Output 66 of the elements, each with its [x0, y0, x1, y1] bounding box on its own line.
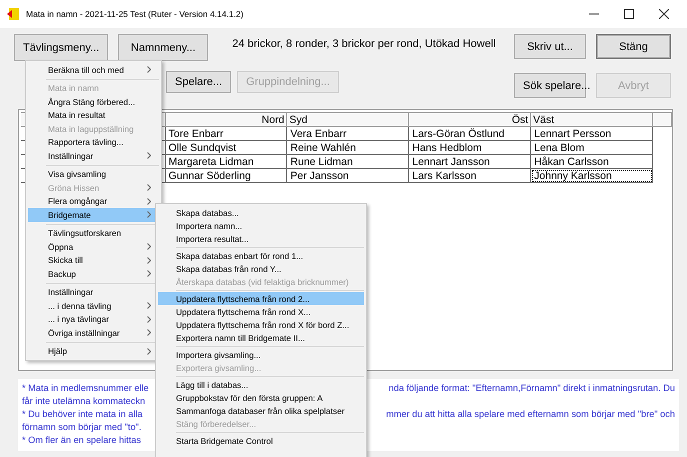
maximize-icon[interactable] [624, 9, 634, 19]
menu-item[interactable]: Skapa databas... [158, 206, 364, 219]
menu-item[interactable]: Hjälp [28, 344, 159, 358]
table-cell[interactable]: Rune Lidman [286, 154, 409, 168]
menu-item[interactable]: ... i nya tävlingar [28, 312, 159, 326]
menu-item[interactable]: Backup [28, 267, 159, 280]
toolbar-button[interactable]: Spelare... [166, 71, 232, 93]
table-cell[interactable]: Lars Karlsson [408, 168, 531, 182]
menu-item[interactable]: Ångra Stäng förbered... [28, 95, 159, 108]
menu-button[interactable]: Namnmeny... [118, 34, 208, 61]
menu-item[interactable]: Övriga inställningar [28, 326, 159, 340]
table-cell[interactable]: Lennart Persson [530, 126, 653, 140]
menu-item[interactable]: Importera givsamling... [158, 348, 364, 361]
menu-item[interactable]: Flera omgångar [28, 194, 159, 208]
table-cell[interactable]: Olle Sundqvist [165, 140, 287, 154]
help-text: * Mata in medlemsnummer elle [22, 382, 149, 395]
table-cell[interactable]: Johnny Karlsson [530, 168, 653, 182]
column-header: Syd [286, 112, 409, 126]
menu-item[interactable]: Inställningar [28, 149, 159, 162]
menu-item[interactable]: Starta Bridgemate Control [158, 434, 364, 447]
menu-item[interactable]: Gruppbokstav för den första gruppen: A [158, 391, 364, 404]
menu-item[interactable]: Sammanfoga databaser från olika spelplatser [158, 404, 364, 417]
window-title: Mata in namn - 2021-11-25 Test (Ruter - Version 4.14.1.2) [26, 9, 244, 19]
table-cell[interactable]: Gunnar Söderling [165, 168, 287, 182]
column-header: Väst [530, 112, 653, 126]
menu-item[interactable]: Beräkna till och med [28, 63, 159, 76]
table-cell[interactable]: Tore Enbarr [165, 126, 287, 140]
help-text: * Du behöver inte mata in alla [22, 408, 143, 421]
table-cell[interactable]: Per Jansson [286, 168, 409, 182]
menu-item[interactable]: Uppdatera flyttschema från rond X för bord Z... [158, 318, 364, 331]
menu-item[interactable]: Lägg till i databas... [158, 378, 364, 391]
column-header: Öst [408, 112, 531, 126]
menu-item[interactable]: ... i denna tävling [28, 299, 159, 312]
help-text: mmer du att hitta alla spelare med efternamn som börjar med "bre" och [386, 408, 675, 421]
app-icon [6, 7, 20, 21]
table-cell[interactable]: Vera Enbarr [286, 126, 409, 140]
menu-item[interactable]: Skapa databas från rond Y... [158, 262, 364, 275]
menu-item[interactable]: Importera namn... [158, 219, 364, 232]
table-cell[interactable]: Reine Wahlén [286, 140, 409, 154]
menu-button[interactable]: Tävlingsmeny... [14, 34, 108, 61]
help-text: får inte utelämna kommateckn [22, 395, 146, 408]
action-button[interactable]: Stäng [596, 34, 671, 59]
help-text: nda följande format: "Efternamn,Förnamn" direkt i inmatningsrutan. Du [388, 382, 675, 395]
help-text: * Om fler än en spelare hittas [22, 434, 141, 447]
menu-item[interactable]: Mata in resultat [28, 108, 159, 122]
help-text: förnamn som börjar med "to". [22, 421, 142, 434]
menu-item[interactable]: Tävlingsutforskaren [28, 226, 159, 240]
menu-item[interactable]: Inställningar [28, 286, 159, 299]
column-header: Nord [165, 112, 287, 126]
table-cell[interactable]: Lena Blom [530, 140, 653, 154]
menu-item[interactable]: Rapportera tävling... [28, 136, 159, 149]
menu-item[interactable]: Importera resultat... [158, 232, 364, 245]
tournament-info: 24 brickor, 8 ronder, 3 brickor per rond, Utökad Howell [232, 38, 496, 50]
table-cell[interactable]: Lars-Göran Östlund [408, 126, 531, 140]
close-icon[interactable] [659, 9, 669, 19]
table-cell[interactable]: Håkan Carlsson [530, 154, 653, 168]
menu-item[interactable]: Uppdatera flyttschema från rond X... [158, 305, 364, 318]
menu-item[interactable]: Uppdatera flyttschema från rond 2... [158, 292, 364, 305]
menu-item[interactable]: Exportera namn till Bridgemate II... [158, 331, 364, 344]
table-cell[interactable]: Hans Hedblom [408, 140, 531, 154]
table-cell[interactable]: Margareta Lidman [165, 154, 287, 168]
table-cell[interactable]: Lennart Jansson [408, 154, 531, 168]
menu-item[interactable]: Skapa databas enbart för rond 1... [158, 249, 364, 262]
action-button[interactable]: Skriv ut... [514, 34, 586, 59]
menu-item[interactable]: Öppna [28, 240, 159, 254]
menu-item[interactable]: Skicka till [28, 254, 159, 267]
